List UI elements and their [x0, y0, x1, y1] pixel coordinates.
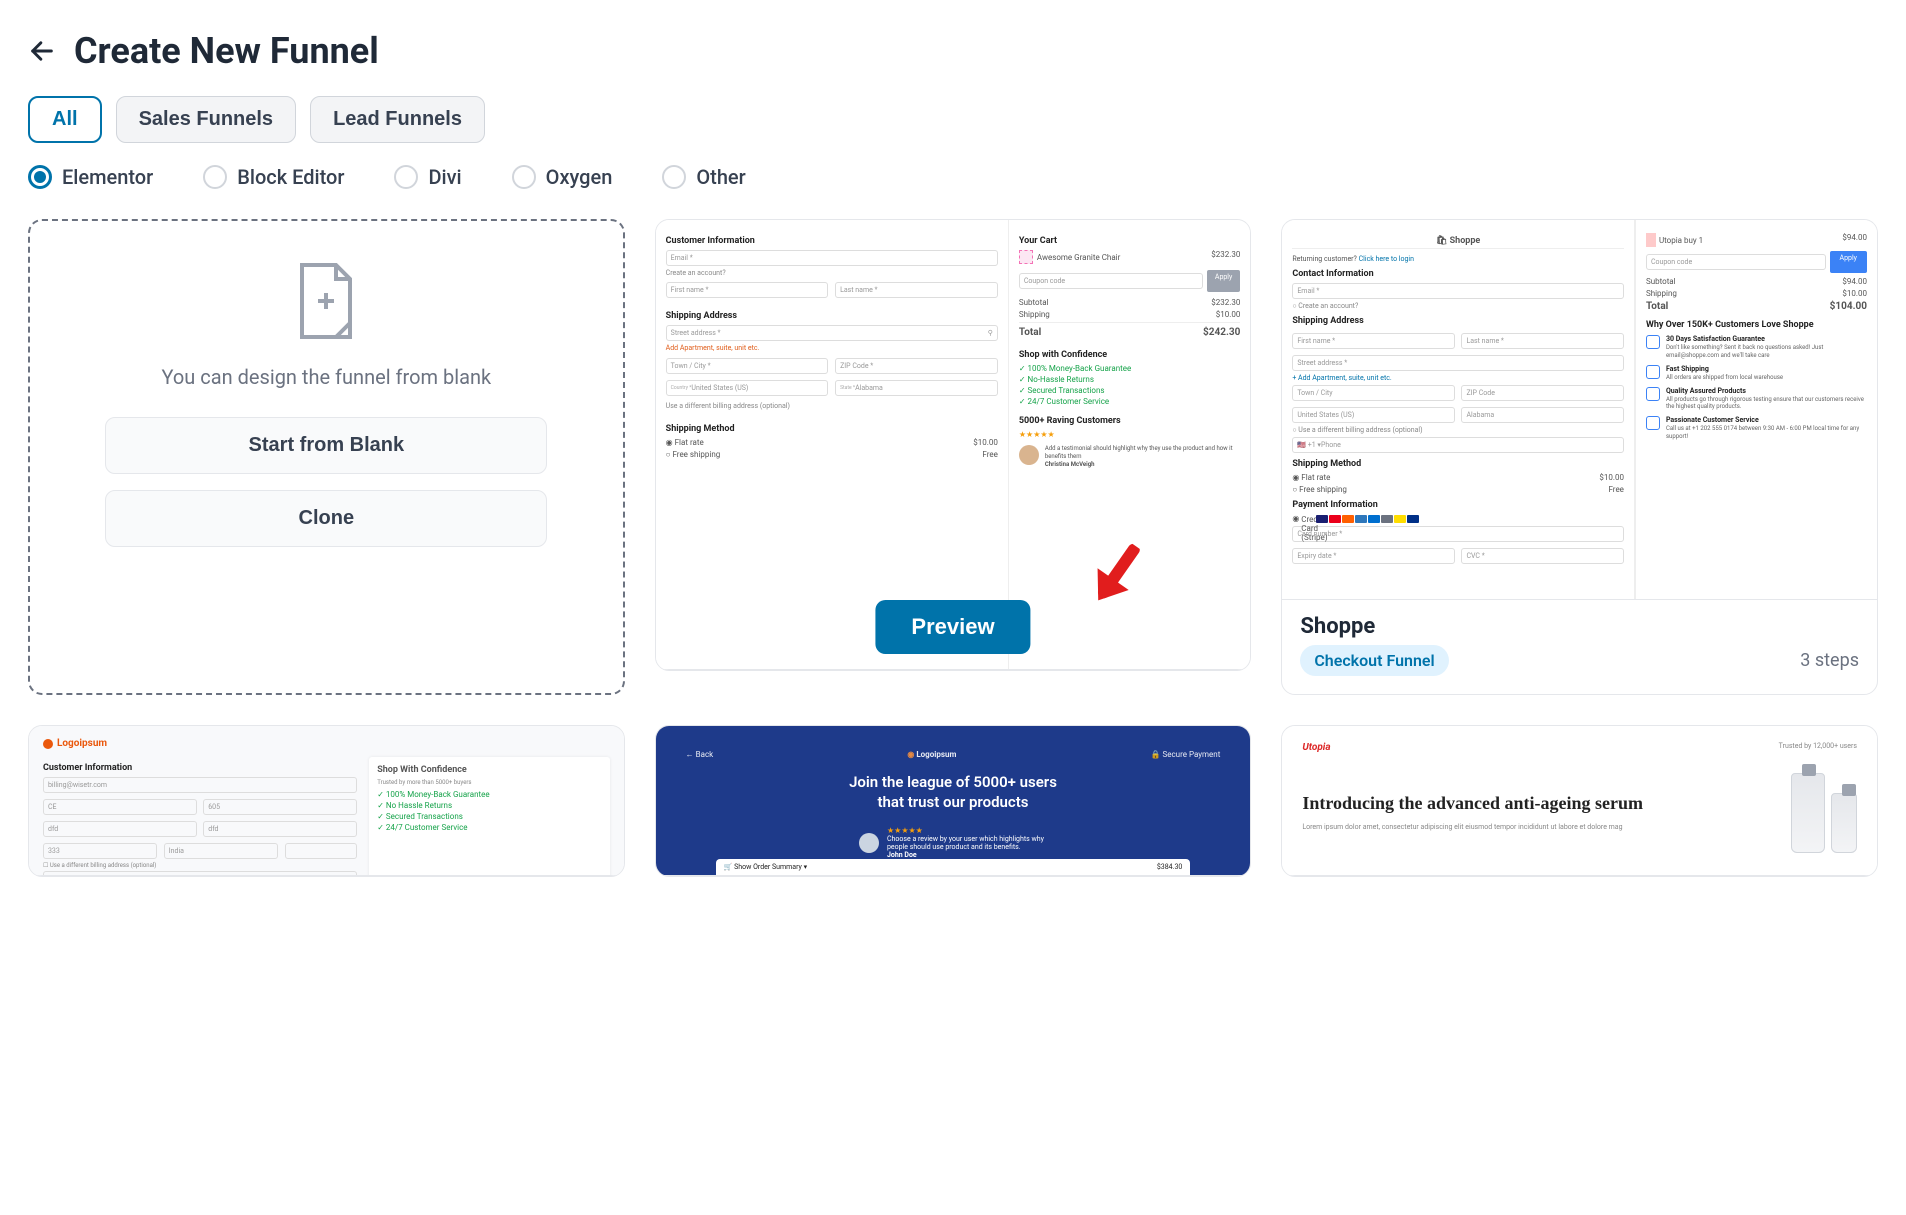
template-title: Shoppe	[1300, 614, 1859, 639]
back-icon[interactable]	[28, 37, 56, 65]
template-card-utopia[interactable]: UtopiaTrusted by 12,000+ users Introduci…	[1281, 725, 1878, 877]
funnel-type-badge: Checkout Funnel	[1300, 645, 1448, 676]
template-card-shoppe[interactable]: 🛍 Shoppe Returning customer? Click here …	[1281, 219, 1878, 695]
radio-divi[interactable]: Divi	[394, 165, 461, 189]
template-card-1[interactable]: Customer Information Email * Create an a…	[655, 219, 1252, 671]
template-card-logoipsum-blue[interactable]: ← Back◉ Logoipsum🔒 Secure Payment Join t…	[655, 725, 1252, 877]
category-all[interactable]: All	[28, 96, 102, 143]
category-sales[interactable]: Sales Funnels	[116, 96, 297, 143]
category-tabs: All Sales Funnels Lead Funnels	[28, 96, 1878, 143]
clone-button[interactable]: Clone	[105, 490, 547, 547]
start-from-blank-button[interactable]: Start from Blank	[105, 417, 547, 474]
preview-button[interactable]: Preview	[875, 600, 1030, 654]
radio-oxygen[interactable]: Oxygen	[512, 165, 613, 189]
radio-other[interactable]: Other	[662, 165, 745, 189]
blank-caption: You can design the funnel from blank	[162, 365, 492, 389]
category-lead[interactable]: Lead Funnels	[310, 96, 485, 143]
radio-elementor[interactable]: Elementor	[28, 165, 153, 189]
template-card-logoipsum-checkout[interactable]: Logoipsum Customer Information billing@w…	[28, 725, 625, 877]
label: Customer Information	[666, 236, 998, 246]
builder-radios: Elementor Block Editor Divi Oxygen Other	[28, 165, 1878, 189]
radio-block-editor[interactable]: Block Editor	[203, 165, 344, 189]
page-title: Create New Funnel	[74, 30, 379, 72]
blank-document-icon	[296, 261, 356, 341]
steps-count: 3 steps	[1800, 650, 1859, 671]
blank-funnel-card: You can design the funnel from blank Sta…	[28, 219, 625, 695]
